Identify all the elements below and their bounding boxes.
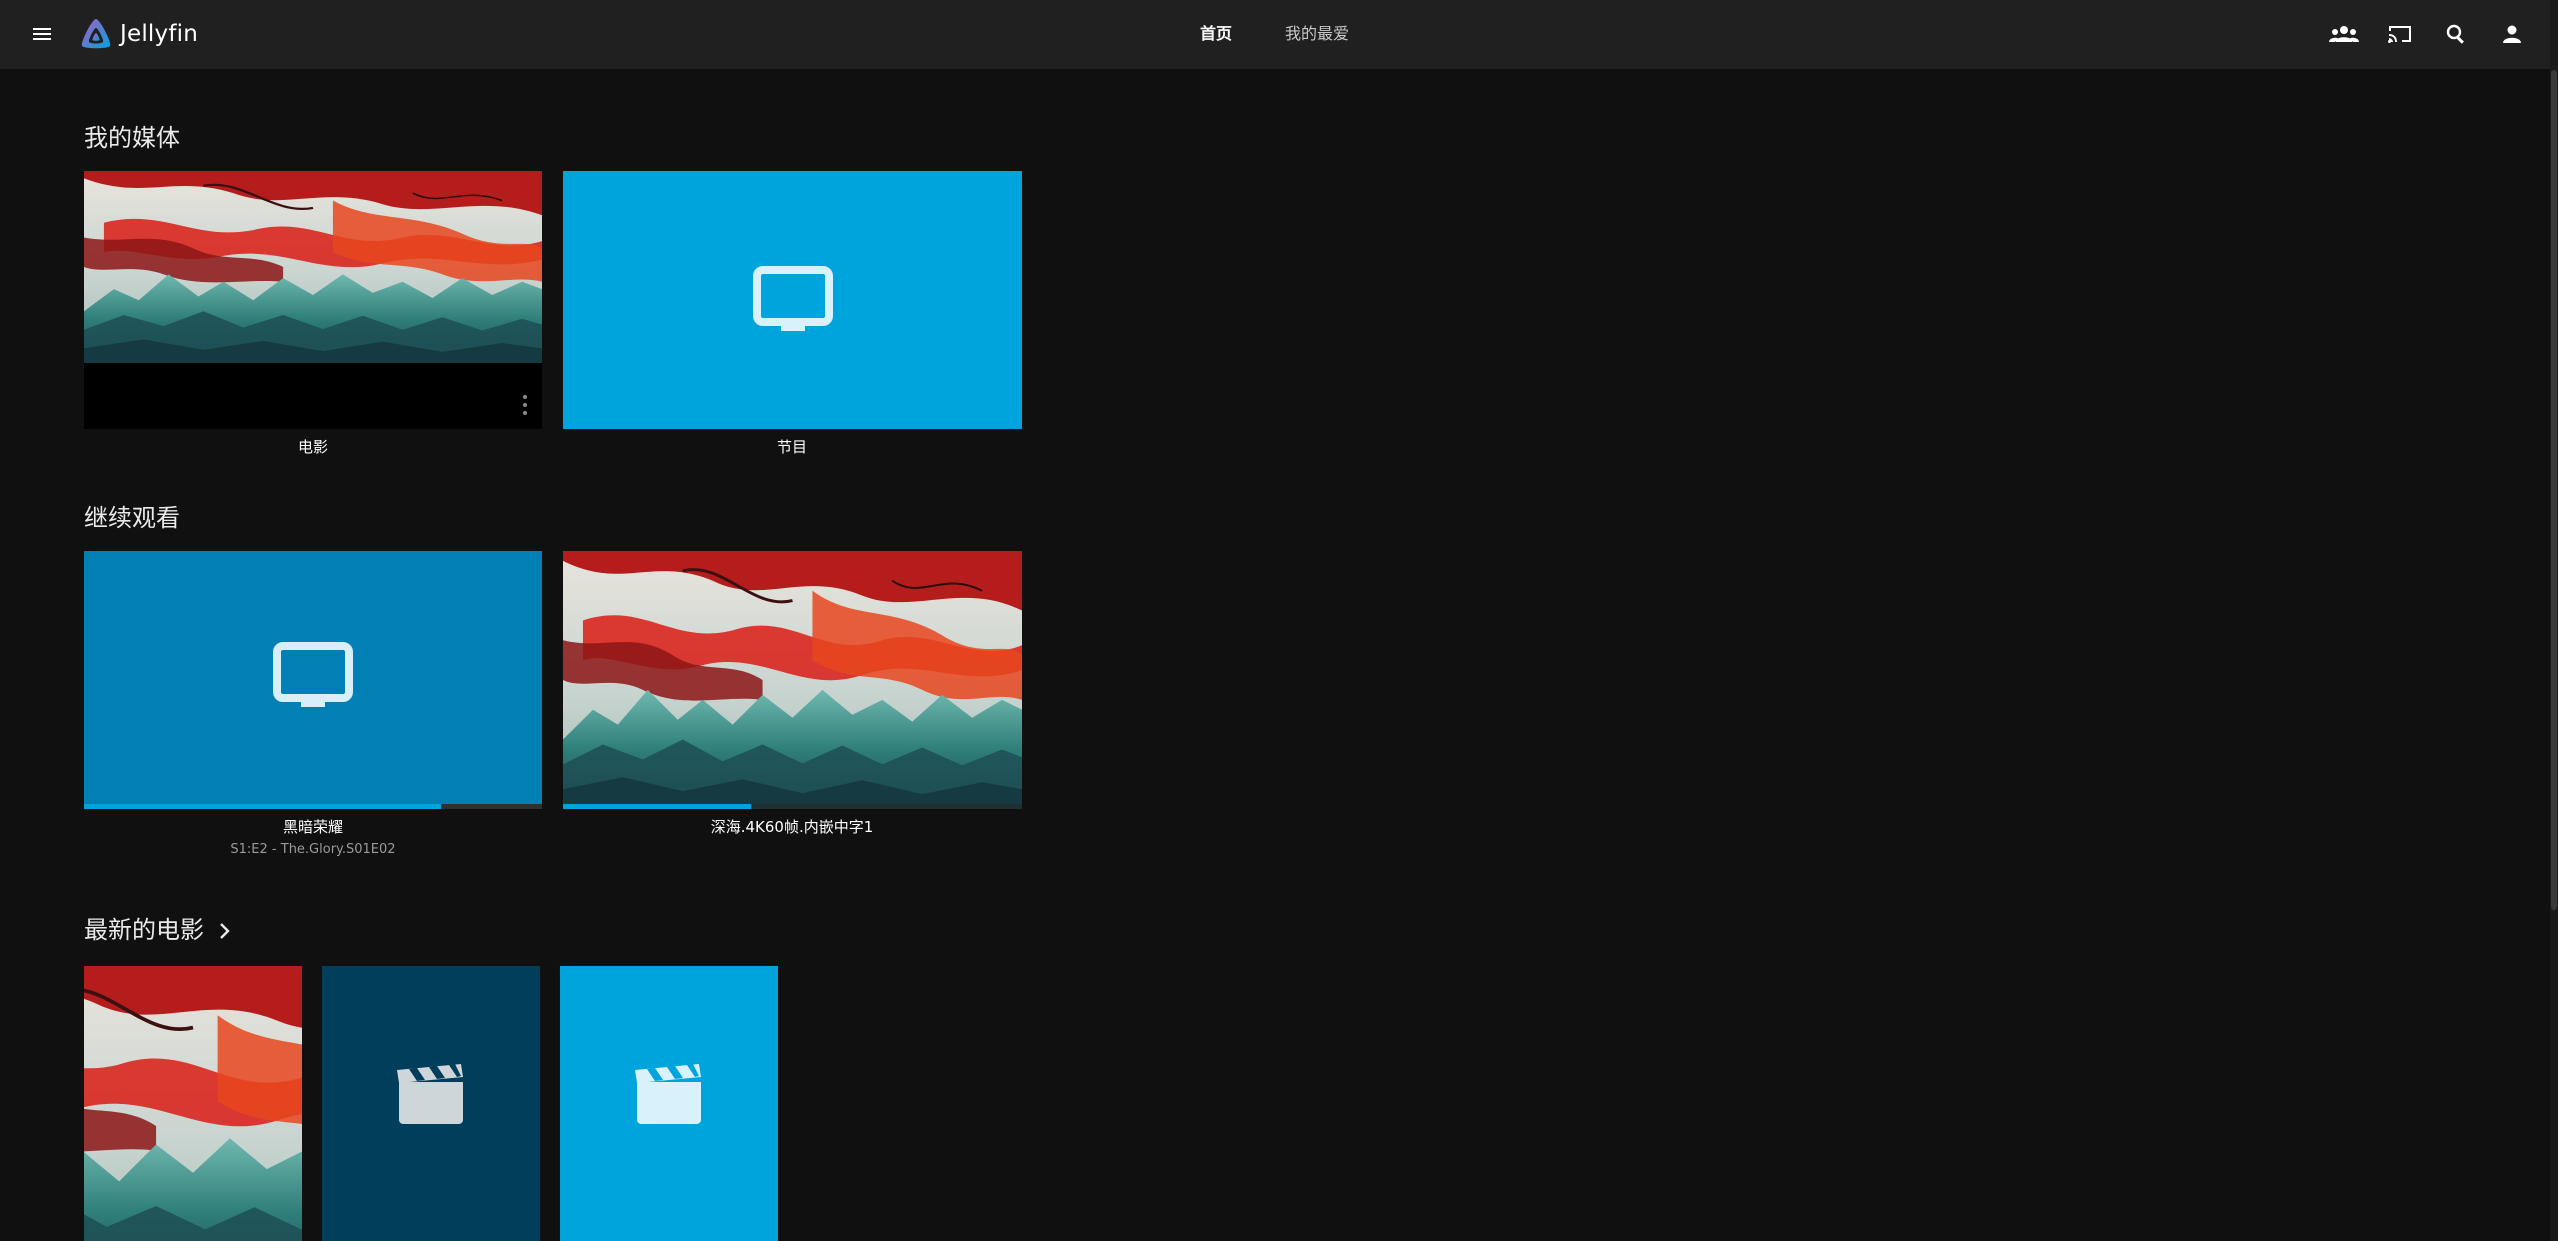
tab-home[interactable]: 首页	[1200, 20, 1232, 48]
resume-title-the-glory: 黑暗荣耀	[282, 818, 343, 836]
resume-artwork-deep-sea	[563, 551, 1022, 809]
library-card-shows[interactable]	[563, 171, 1022, 429]
section-title-latest-movies-label: 最新的电影	[84, 916, 204, 944]
resume-title-deep-sea: 深海.4K60帧.内嵌中字1	[710, 818, 874, 836]
movie-card-1[interactable]	[84, 966, 302, 1241]
library-artwork-movies	[84, 171, 542, 363]
library-label-shows: 节目	[776, 438, 807, 456]
progress-bar	[563, 804, 1022, 809]
movie-poster-1	[84, 966, 302, 1241]
clapperboard-icon	[397, 1063, 463, 1124]
menu-button[interactable]	[20, 12, 64, 56]
more-vert-icon[interactable]	[522, 395, 528, 415]
section-title-continue-watching: 继续观看	[84, 504, 180, 532]
resume-subtitle-the-glory: S1:E2 - The.Glory.S01E02	[230, 842, 396, 857]
scrollbar-thumb[interactable]	[2551, 70, 2557, 910]
chevron-right-icon	[219, 923, 230, 939]
progress-bar	[84, 804, 542, 809]
sync-play-button[interactable]	[2322, 12, 2366, 56]
library-card-movies[interactable]	[84, 171, 542, 429]
resume-card-the-glory[interactable]	[84, 551, 542, 809]
tv-icon	[273, 642, 353, 707]
resume-card-deep-sea[interactable]	[563, 551, 1022, 809]
menu-icon	[33, 28, 51, 40]
section-title-latest-movies[interactable]: 最新的电影	[84, 913, 230, 947]
section-title-my-media: 我的媒体	[84, 124, 180, 152]
cast-icon	[2388, 26, 2411, 43]
tv-icon	[752, 266, 833, 331]
app-header: Jellyfin 首页 我的最爱	[0, 0, 2558, 69]
app-logo[interactable]: Jellyfin	[78, 16, 198, 52]
clapperboard-icon	[635, 1063, 701, 1124]
movie-card-2[interactable]	[322, 966, 540, 1241]
sync-play-icon	[2329, 26, 2359, 42]
jellyfin-logo-icon	[81, 19, 111, 49]
progress-fill	[563, 804, 752, 809]
user-icon	[2503, 25, 2521, 43]
search-icon	[2446, 24, 2464, 44]
progress-fill	[84, 804, 442, 809]
user-button[interactable]	[2490, 12, 2534, 56]
app-name: Jellyfin	[120, 21, 198, 47]
tab-favorites[interactable]: 我的最爱	[1285, 20, 1349, 48]
library-label-movies: 电影	[297, 438, 328, 456]
cast-button[interactable]	[2378, 12, 2422, 56]
search-button[interactable]	[2434, 12, 2478, 56]
movie-card-3[interactable]	[560, 966, 778, 1241]
scrollbar[interactable]	[2550, 0, 2558, 1241]
